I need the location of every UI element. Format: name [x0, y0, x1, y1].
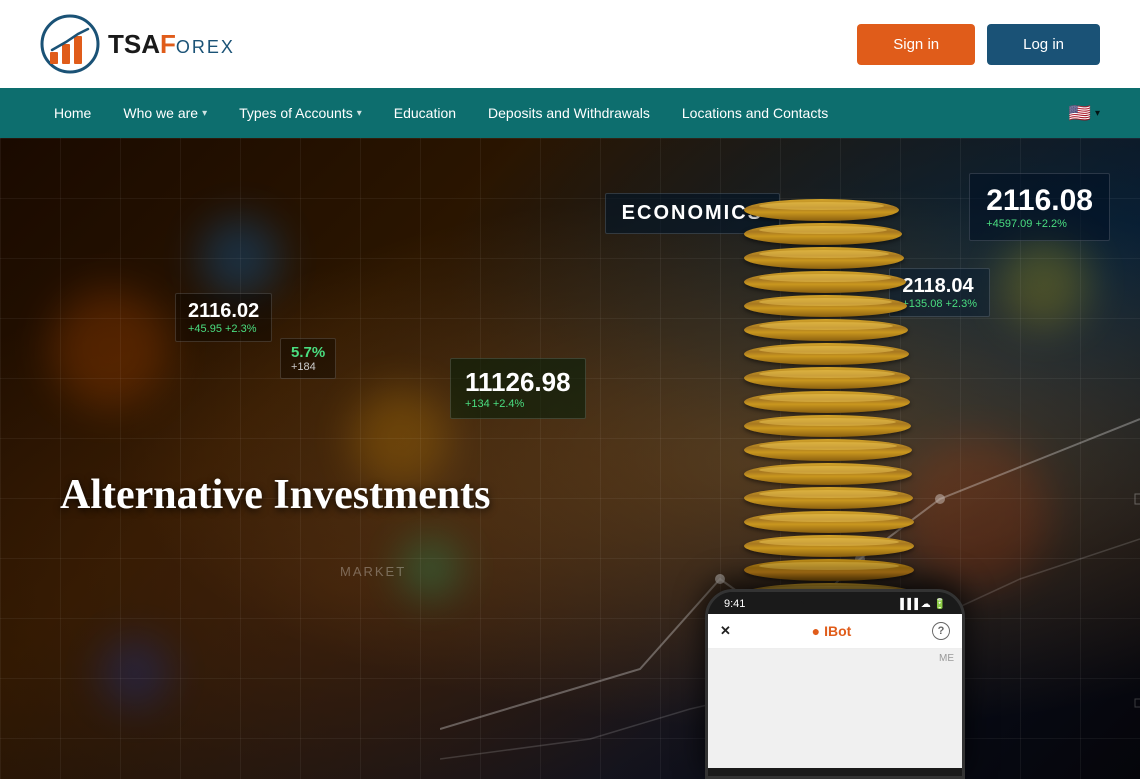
phone-help-button[interactable]: ?: [932, 622, 950, 640]
nav-label-who-we-are: Who we are: [123, 105, 198, 121]
phone-notch: [800, 592, 870, 606]
chevron-down-icon: ▾: [1095, 108, 1100, 119]
stock-box-mid-left: 2116.02 +45.95 +2.3%: [175, 293, 272, 342]
phone-time: 9:41: [724, 598, 745, 610]
stock-change-big-right: +4597.09 +2.2%: [986, 218, 1093, 230]
header-buttons: Sign in Log in: [857, 24, 1100, 65]
stock-change-mid-left: +45.95 +2.3%: [188, 323, 259, 335]
login-button[interactable]: Log in: [987, 24, 1100, 65]
logo-f: F: [160, 29, 176, 59]
chevron-down-icon: ▾: [202, 108, 207, 119]
nav-item-education[interactable]: Education: [380, 88, 470, 138]
phone-frame: 9:41 ▐▐▐ ☁ 🔋 ✕ ● IBot ? ME: [705, 589, 965, 779]
phone-mockup: 9:41 ▐▐▐ ☁ 🔋 ✕ ● IBot ? ME: [705, 589, 985, 779]
navbar: Home Who we are ▾ Types of Accounts ▾ Ed…: [0, 88, 1140, 138]
nav-item-types-of-accounts[interactable]: Types of Accounts ▾: [225, 88, 376, 138]
logo-text: TSAFOREX: [108, 29, 235, 60]
nav-item-deposits-withdrawals[interactable]: Deposits and Withdrawals: [474, 88, 664, 138]
hero-content: Alternative Investments: [60, 471, 490, 519]
ibot-dot-icon: ●: [812, 623, 820, 639]
logo: TSAFOREX: [40, 14, 235, 74]
signin-button[interactable]: Sign in: [857, 24, 975, 65]
phone-chat-header: ✕ ● IBot ?: [708, 614, 962, 649]
header: TSAFOREX Sign in Log in: [0, 0, 1140, 88]
ibot-logo: ● IBot: [812, 623, 852, 639]
hero-title: Alternative Investments: [60, 471, 490, 519]
nav-item-locations-contacts[interactable]: Locations and Contacts: [668, 88, 842, 138]
phone-close-button[interactable]: ✕: [720, 623, 731, 639]
logo-tsa: TSA: [108, 29, 160, 59]
nav-item-home[interactable]: Home: [40, 88, 105, 138]
stock-box-big-right: 2116.08 +4597.09 +2.2%: [969, 173, 1110, 241]
stock-value-mid-left: 2116.02: [188, 300, 259, 323]
hero-section: ECONOMICS 2116.08 +4597.09 +2.2% 2116.02…: [0, 138, 1140, 779]
phone-signal-icons: ▐▐▐ ☁ 🔋: [897, 599, 946, 610]
market-text-overlay: MARKET: [340, 564, 406, 579]
stock-value-small-2: 5.7%: [291, 344, 325, 361]
flag-icon: 🇺🇸: [1069, 103, 1091, 124]
language-selector[interactable]: 🇺🇸 ▾: [1069, 103, 1100, 124]
stock-value-big-right: 2116.08: [986, 184, 1093, 218]
logo-icon: [40, 14, 100, 74]
chevron-down-icon: ▾: [357, 108, 362, 119]
stock-change-small-2: +184: [291, 361, 325, 373]
nav-label-types-of-accounts: Types of Accounts: [239, 105, 353, 121]
economics-label: ECONOMICS: [622, 202, 763, 225]
ibot-label: IBot: [824, 623, 851, 639]
me-badge: ME: [708, 649, 962, 668]
phone-screen: ✕ ● IBot ? ME: [708, 614, 962, 768]
stock-box-small-2: 5.7% +184: [280, 338, 336, 379]
nav-item-who-we-are[interactable]: Who we are ▾: [109, 88, 221, 138]
logo-orex: OREX: [176, 37, 235, 57]
